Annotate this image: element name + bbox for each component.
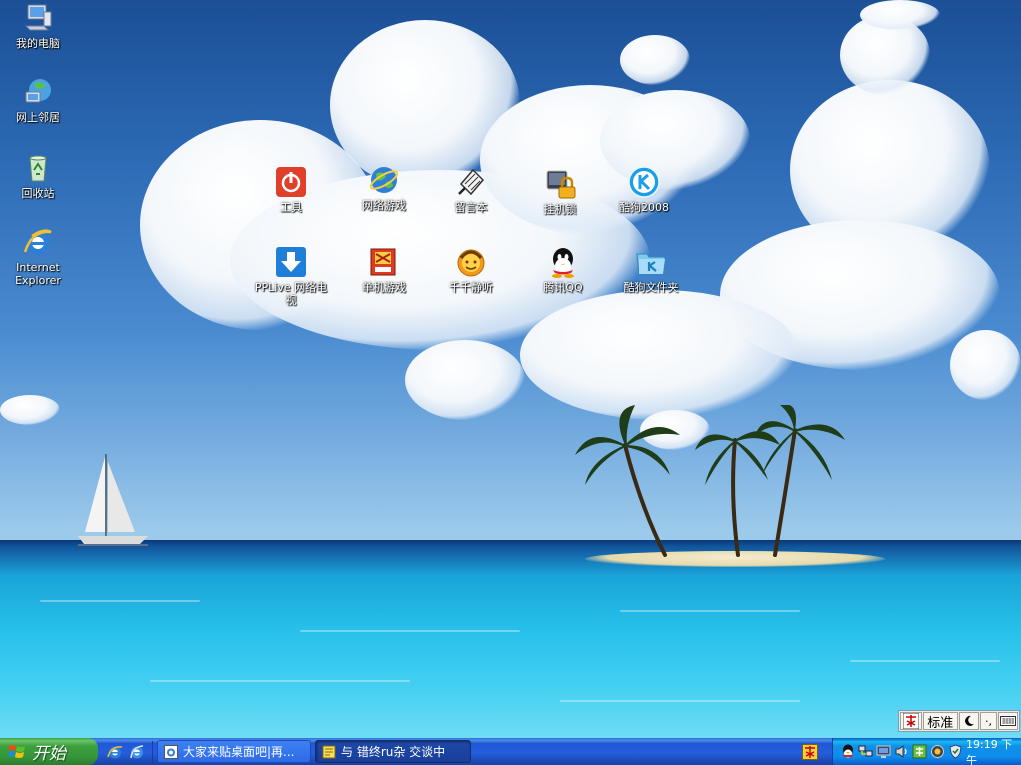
cloud [520,290,800,420]
desktop-icon-label: 酷狗文件夹 [623,281,679,294]
tray-display-button[interactable] [876,744,891,759]
ie-quick-icon [107,745,123,758]
desktop-icon-internet-explorer[interactable]: Internet Explorer [0,226,76,287]
ime-punctuation-button[interactable]: ·, [979,712,998,730]
ime-switch-button[interactable] [900,712,922,730]
system-tray: 19:19 下午 [832,738,1021,765]
safety-tray-icon [931,745,944,758]
desktop-icon-label: Internet Explorer [15,261,61,287]
windows-logo-icon [8,744,25,758]
desktop-icon-lock[interactable]: 挂机锁 [522,168,598,216]
wave [300,630,520,632]
chat-window-icon [322,745,336,758]
cloud [405,340,525,420]
ime-fullwidth-button[interactable] [958,712,979,730]
start-button[interactable]: 开始 [0,738,98,765]
taskbar-button-chat-window[interactable]: 与 错终ru杂 交谈中 [315,740,471,763]
lock-icon [546,170,576,199]
volume-tray-icon [895,745,907,758]
tray-network-button[interactable] [858,744,873,759]
desktop-icon-qq[interactable]: 腾讯QQ [525,246,601,294]
tray-safety-button[interactable] [930,744,945,759]
ie-window-icon [164,744,178,759]
desktop-icon-network-places[interactable]: 网上邻居 [0,76,76,124]
start-label: 开始 [32,744,66,764]
display-tray-icon [876,745,891,758]
taskbar-clock[interactable]: 19:19 下午 [966,736,1013,765]
tray-volume-button[interactable] [894,744,909,759]
qq-tray-icon [843,744,853,758]
moon-icon [964,715,974,726]
language-bar-icon [802,743,818,760]
desktop-icon-kugou-folder[interactable]: 酷狗文件夹 [613,246,689,294]
network-places-icon [25,79,51,103]
task-label: 大家来贴桌面吧|再... [183,745,295,759]
wave [150,680,410,682]
desktop-icon-label: 腾讯QQ [543,281,583,294]
desktop-icon-label: PPLive 网络电视 [254,281,328,307]
ime-mode-button[interactable]: 标准 [922,712,958,731]
shield-tray-icon [949,744,962,759]
cloud [860,0,940,30]
desktop-icon-guestbook[interactable]: 留言本 [433,166,509,214]
kugou-folder-icon [636,253,666,275]
desktop-icon-label: 千千静听 [449,281,493,294]
quick-launch-ie-button-2[interactable] [128,743,146,761]
desktop-icon-label: 网上邻居 [16,111,60,124]
ime-toolbar[interactable]: 标准 ·, [898,710,1020,732]
network-tray-icon [858,745,873,757]
desktop-icon-my-computer[interactable]: 我的电脑 [0,2,76,50]
internet-explorer-icon [23,229,52,254]
desktop-icon-label: 单机游戏 [362,281,406,294]
language-bar-button[interactable] [798,740,822,763]
desktop-icon-label: 酷狗2008 [619,201,669,214]
wave [560,700,800,702]
desktop-icon-label: 我的电脑 [16,37,60,50]
kugou-icon [628,166,660,198]
task-label: 与 错终ru杂 交谈中 [341,745,446,759]
cloud [0,395,60,425]
desktop-icon-label: 网络游戏 [362,199,406,212]
online-games-globe-icon [369,167,399,193]
desktop-icon-label: 工具 [280,201,302,214]
recycle-bin-icon [29,155,47,182]
wave [40,600,200,602]
tray-ime-button[interactable] [912,744,927,759]
desktop-icon-ttplayer[interactable]: 千千静听 [433,246,509,294]
desktop-icon-pplive[interactable]: PPLive 网络电视 [253,246,329,307]
guestbook-icon [458,168,485,196]
desktop-icon-single-games[interactable]: 单机游戏 [346,246,422,294]
wave [620,610,800,612]
sea [0,540,1021,738]
desktop-icon-recycle-bin[interactable]: 回收站 [0,152,76,200]
wave [850,660,1000,662]
single-games-icon [370,248,396,276]
soft-keyboard-icon [1000,716,1017,726]
tools-power-icon [276,167,306,197]
quick-launch-ie-button[interactable] [106,743,124,761]
ie-quick-icon-2 [130,744,144,758]
ttplayer-icon [457,249,485,277]
ime-tray-icon [912,744,927,759]
qq-penguin-icon [552,248,574,278]
taskbar-button-ie-window[interactable]: 大家来贴桌面吧|再... [157,740,311,763]
desktop-icon-label: 挂机锁 [543,203,577,216]
my-computer-icon [24,4,52,31]
ime-logo-icon [902,713,919,729]
cloud [950,330,1021,400]
palm-trees [575,405,845,557]
quick-launch [106,740,153,763]
cloud [620,35,690,85]
ime-soft-keyboard-button[interactable] [998,712,1018,730]
tray-qq-button[interactable] [841,744,855,759]
desktop-icon-tools[interactable]: 工具 [253,166,329,214]
desktop-icon-kugou[interactable]: 酷狗2008 [606,166,682,214]
desktop-icon-label: 回收站 [21,187,55,200]
desktop-wallpaper [0,0,1021,738]
desktop-icon-online-games[interactable]: 网络游戏 [346,164,422,212]
desktop-icon-label: 留言本 [454,201,488,214]
tray-shield-button[interactable] [948,744,963,759]
sailboat [78,454,148,546]
pplive-download-icon [276,247,306,277]
